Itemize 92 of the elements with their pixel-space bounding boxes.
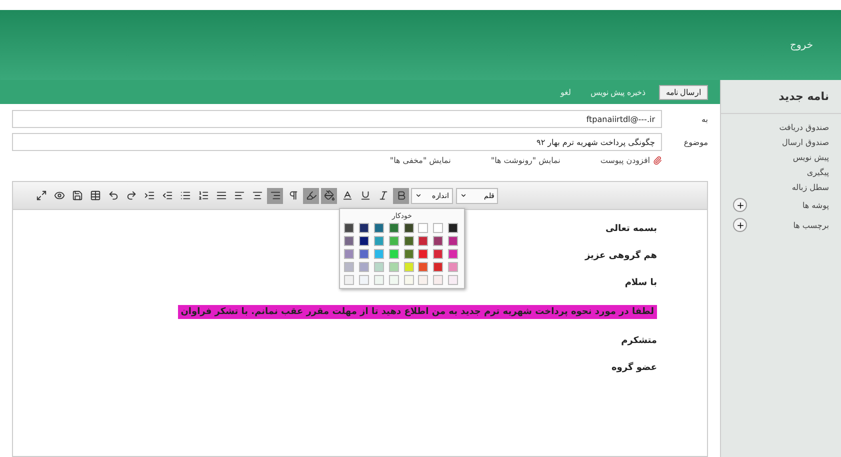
undo-icon [108, 190, 118, 201]
to-field[interactable]: ftpanaiirtdl@---.ir [12, 110, 662, 128]
pilcrow-icon [288, 190, 298, 201]
color-swatch[interactable] [358, 223, 369, 233]
plus-icon [736, 200, 744, 210]
to-label: به [700, 114, 708, 124]
sidebar-item[interactable]: پیش نویس [721, 150, 841, 165]
color-swatch[interactable] [404, 236, 414, 246]
align-justify-icon [216, 190, 226, 201]
paint-bucket-icon [324, 190, 334, 201]
color-swatch[interactable] [344, 223, 354, 233]
underline-icon [360, 190, 370, 201]
color-swatch[interactable] [388, 223, 399, 233]
color-swatch[interactable] [433, 275, 444, 285]
color-swatch[interactable] [388, 275, 399, 285]
color-button[interactable] [321, 188, 337, 204]
bold-icon [396, 190, 406, 201]
color-swatch[interactable] [433, 249, 444, 259]
sidebar-title: نامه جدید [721, 80, 841, 114]
table-icon [90, 190, 100, 201]
letter-paragraph: لطفا در مورد نحوه پرداخت شهریه ترم جدید به من اطلاع دهید تا از مهلت مقرر عقب نمانم. با تشکر فراوان [178, 305, 657, 319]
color-swatch[interactable] [418, 262, 428, 272]
color-swatch[interactable] [344, 262, 354, 272]
color-swatch[interactable] [358, 262, 369, 272]
align-center-icon [252, 190, 262, 201]
color-swatch[interactable] [344, 249, 354, 259]
color-swatch[interactable] [374, 275, 384, 285]
color-swatch[interactable] [358, 249, 369, 259]
paperclip-icon [653, 156, 662, 165]
color-swatch[interactable] [418, 223, 428, 233]
expand-button[interactable] [733, 218, 747, 232]
color-swatch[interactable] [448, 236, 458, 246]
color-swatch[interactable] [358, 236, 369, 246]
sidebar-item[interactable]: صندوق دریافت [721, 120, 841, 135]
plus-icon [736, 220, 744, 230]
highlight-button[interactable] [303, 188, 319, 204]
color-swatch[interactable] [404, 223, 414, 233]
color-swatch[interactable] [418, 249, 428, 259]
color-swatch[interactable] [344, 236, 354, 246]
expand-button[interactable] [733, 198, 747, 212]
outdent-icon [162, 190, 172, 201]
sidebar-item[interactable]: سطل زباله [721, 180, 841, 195]
color-swatch[interactable] [448, 262, 458, 272]
color-swatch[interactable] [418, 236, 428, 246]
letter-paragraph: عضو گروه [611, 363, 657, 373]
color-swatch[interactable] [448, 275, 458, 285]
color-swatch[interactable] [358, 275, 369, 285]
italic-icon [378, 190, 388, 201]
color-swatch[interactable] [404, 262, 414, 272]
attach-link[interactable]: افزودن پیوست [600, 156, 662, 165]
color-swatch[interactable] [388, 249, 399, 259]
color-swatch[interactable] [374, 223, 384, 233]
caret-icon [460, 192, 467, 199]
align-right-button[interactable] [267, 188, 283, 204]
sidebar-item[interactable]: پوشه ها [721, 195, 841, 215]
sidebar-item[interactable]: برچسب ها [721, 215, 841, 235]
caret-icon [415, 192, 422, 199]
color-swatch[interactable] [344, 275, 354, 285]
bold-button[interactable] [393, 188, 409, 204]
color-swatch[interactable] [404, 275, 414, 285]
color-swatch[interactable] [448, 223, 458, 233]
show-link[interactable]: نمایش "رونوشت ها" [490, 156, 560, 165]
numbered-list-icon [198, 190, 208, 201]
align-right-icon [270, 190, 280, 201]
letter-paragraph: با سلام [624, 278, 657, 288]
color-swatch[interactable] [433, 236, 444, 246]
color-swatch[interactable] [448, 249, 458, 259]
subject-field[interactable]: چگونگی پرداخت شهریه ترم بهار ۹۲ [12, 133, 662, 151]
action-button[interactable]: ارسال نامه [658, 84, 708, 100]
color-swatch[interactable] [404, 249, 414, 259]
text-color-icon [342, 190, 352, 201]
subject-label: موضوع [682, 138, 708, 146]
highlighter-icon [306, 190, 316, 201]
color-swatch[interactable] [433, 262, 444, 272]
color-swatch[interactable] [374, 249, 384, 259]
color-swatch[interactable] [374, 236, 384, 246]
letter-paragraph: هم گروهی عزیز [584, 251, 657, 261]
expand-arrows-icon [36, 190, 46, 201]
color-swatch[interactable] [418, 275, 428, 285]
color-swatch[interactable] [388, 262, 399, 272]
redo-icon [126, 190, 136, 201]
align-left-icon [234, 190, 244, 201]
sidebar-item[interactable]: پیگیری [721, 165, 841, 180]
show-link[interactable]: نمایش "مخفی ها" [390, 156, 451, 165]
color-swatch[interactable] [388, 236, 399, 246]
sidebar-item[interactable]: صندوق ارسال [721, 135, 841, 150]
letter-paragraph: بسمه تعالی [606, 224, 657, 234]
letter-paragraph: متشکرم [621, 336, 657, 346]
color-swatch[interactable] [433, 223, 444, 233]
eye-icon [54, 190, 64, 201]
indent-icon [144, 190, 154, 201]
color-swatch[interactable] [374, 262, 384, 272]
